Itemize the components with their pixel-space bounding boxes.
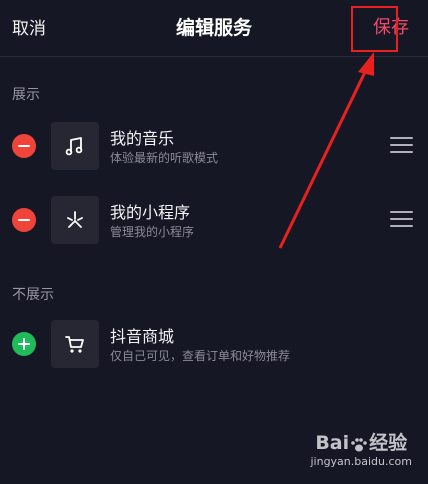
service-title: 我的音乐 — [110, 129, 175, 148]
shopping-cart-icon — [51, 320, 99, 368]
annotation-highlight-box — [351, 6, 398, 52]
service-subtitle: 体验最新的听歌模式 — [110, 151, 219, 165]
service-subtitle: 仅自己可见，查看订单和好物推荐 — [110, 349, 291, 363]
service-row-mall: 抖音商城 仅自己可见，查看订单和好物推荐 — [0, 318, 428, 370]
section-label-shown: 展示 — [12, 87, 40, 103]
service-title: 我的小程序 — [110, 203, 191, 222]
music-note-icon — [51, 122, 99, 170]
service-row-music: 我的音乐 体验最新的听歌模式 — [0, 120, 428, 172]
minus-icon — [18, 145, 30, 147]
watermark-text-right: 经验 — [369, 432, 408, 454]
section-label-hidden: 不展示 — [12, 287, 54, 303]
service-subtitle: 管理我的小程序 — [110, 225, 195, 239]
remove-button[interactable] — [12, 208, 36, 232]
paw-icon — [350, 436, 368, 452]
header-divider — [0, 56, 428, 57]
add-button[interactable] — [12, 332, 36, 356]
drag-handle-icon[interactable] — [390, 211, 414, 227]
service-title: 抖音商城 — [110, 327, 175, 346]
mini-program-icon — [51, 196, 99, 244]
plus-icon-vertical — [23, 338, 25, 350]
minus-icon — [18, 219, 30, 221]
drag-handle-icon[interactable] — [390, 137, 414, 153]
watermark-text-left: Bai — [315, 432, 350, 454]
watermark: Bai 经验 jingyan.baidu.com — [310, 428, 412, 468]
remove-button[interactable] — [12, 134, 36, 158]
watermark-url: jingyan.baidu.com — [310, 455, 412, 468]
service-row-mini-program: 我的小程序 管理我的小程序 — [0, 194, 428, 246]
